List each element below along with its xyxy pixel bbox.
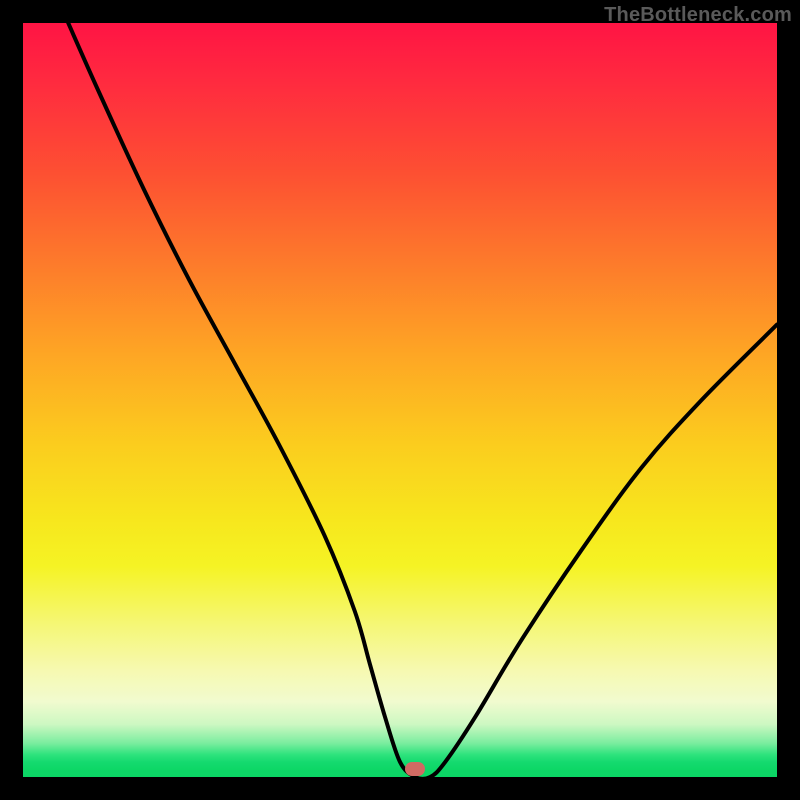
- optimum-marker: [405, 762, 425, 776]
- curve-svg: [23, 23, 777, 777]
- bottleneck-curve: [68, 23, 777, 777]
- watermark-text: TheBottleneck.com: [604, 4, 792, 27]
- plot-area: [23, 23, 777, 777]
- chart-container: TheBottleneck.com: [0, 0, 800, 800]
